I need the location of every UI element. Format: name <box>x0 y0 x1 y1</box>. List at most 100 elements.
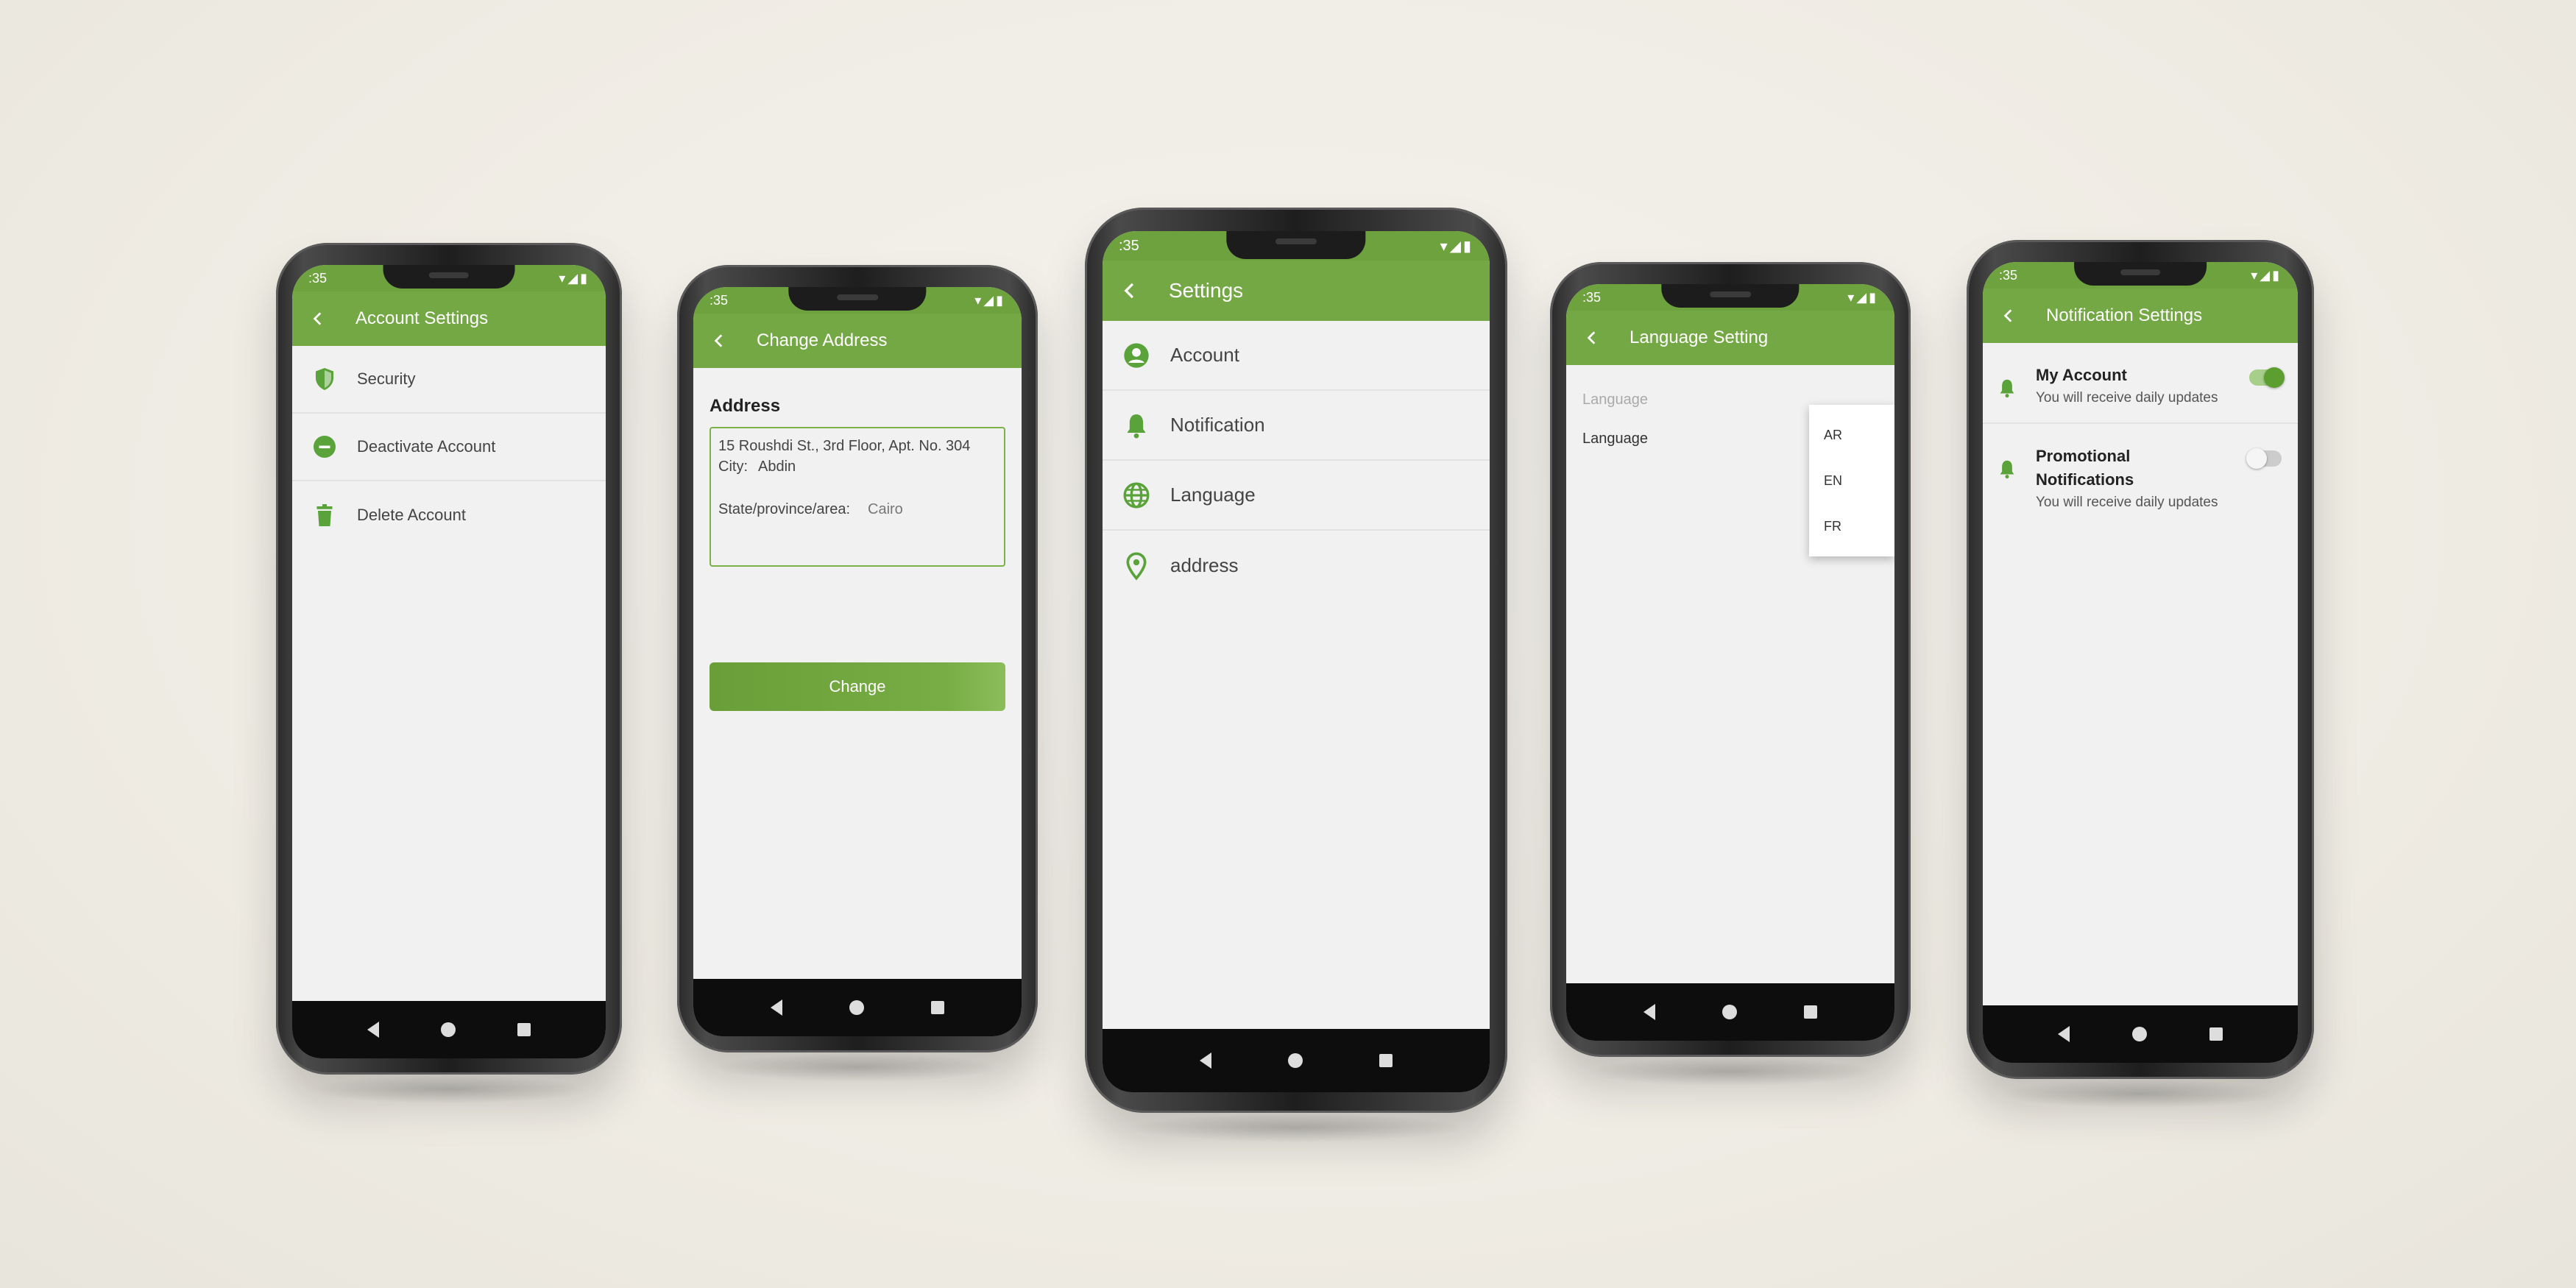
status-icons: ▾◢▮ <box>1847 289 1878 305</box>
address-field[interactable]: 15 Roushdi St., 3rd Floor, Apt. No. 304 … <box>710 427 1005 567</box>
language-option-en[interactable]: EN <box>1809 458 1894 503</box>
notification-description: You will receive daily updates <box>2036 495 2218 510</box>
globe-icon <box>1123 482 1150 508</box>
city-line: City: Abdin <box>718 456 997 477</box>
status-time: :35 <box>308 270 328 286</box>
page-title: Notification Settings <box>2046 305 2203 325</box>
nav-recents-icon[interactable] <box>517 1023 531 1036</box>
language-option-ar[interactable]: AR <box>1809 412 1894 458</box>
shield-icon <box>316 368 333 390</box>
screen: :35 ▾◢▮ Settings Account Notification Lan… <box>1103 231 1490 1092</box>
list-item-security[interactable]: Security <box>292 346 606 414</box>
list-item-account[interactable]: Account <box>1103 321 1490 391</box>
app-bar: Language Setting <box>1566 311 1894 365</box>
nav-recents-icon[interactable] <box>1803 1005 1817 1019</box>
status-time: :35 <box>1999 267 2018 283</box>
system-nav-bar <box>693 979 1022 1036</box>
notification-title: Promotional Notifications <box>2036 447 2134 489</box>
language-dropdown-menu: AR EN FR <box>1809 405 1894 556</box>
nav-recents-icon[interactable] <box>930 1001 944 1014</box>
system-nav-bar <box>1103 1029 1490 1092</box>
phone-settings: :35 ▾◢▮ Settings Account Notification Lan… <box>1085 208 1507 1113</box>
nav-home-icon[interactable] <box>441 1022 456 1037</box>
nav-back-icon[interactable] <box>2058 1026 2070 1042</box>
nav-back-icon[interactable] <box>1200 1052 1211 1069</box>
list-item-language[interactable]: Language <box>1103 461 1490 531</box>
nav-recents-icon[interactable] <box>2209 1027 2223 1041</box>
nav-back-icon[interactable] <box>367 1022 379 1038</box>
screen: :35 ▾◢▮ Language Setting Language Languag… <box>1566 284 1894 1041</box>
phone-notification-settings: :35 ▾◢▮ Notification Settings My Account … <box>1967 240 2314 1079</box>
user-circle-icon <box>1124 342 1149 368</box>
screen: :35 ▾◢▮ Change Address Address 15 Roushdi… <box>693 287 1022 1036</box>
phone-change-address: :35 ▾◢▮ Change Address Address 15 Roushdi… <box>677 265 1038 1052</box>
city-label: City: <box>718 459 748 475</box>
nav-back-icon[interactable] <box>771 999 783 1016</box>
system-nav-bar <box>292 1001 606 1058</box>
my-account-toggle[interactable] <box>2249 367 2285 388</box>
app-bar: Settings <box>1103 261 1490 321</box>
bell-icon <box>2000 379 2014 398</box>
notification-description: You will receive daily updates <box>2036 390 2218 406</box>
status-icons: ▾◢▮ <box>1440 238 1473 255</box>
notification-title: My Account <box>2036 366 2127 384</box>
state-label: State/province/area: <box>718 501 850 517</box>
list-item-delete-account[interactable]: Delete Account <box>292 481 606 549</box>
city-value: Abdin <box>758 459 796 475</box>
back-arrow-icon[interactable] <box>711 333 727 349</box>
list-item-label: Deactivate Account <box>357 437 496 456</box>
notch <box>1661 284 1800 308</box>
page-title: Account Settings <box>355 308 489 328</box>
bell-icon <box>2000 460 2014 479</box>
toggle-knob <box>2264 367 2285 388</box>
location-pin-icon <box>1126 551 1147 580</box>
nav-home-icon[interactable] <box>849 1000 864 1015</box>
list-item-deactivate-account[interactable]: Deactivate Account <box>292 414 606 481</box>
page-title: Settings <box>1169 279 1244 302</box>
state-value: Cairo <box>868 501 903 517</box>
nav-back-icon[interactable] <box>1643 1004 1656 1020</box>
notification-item-my-account: My Account You will receive daily update… <box>1983 343 2298 424</box>
back-arrow-icon[interactable] <box>310 311 326 327</box>
nav-recents-icon[interactable] <box>1379 1054 1393 1067</box>
back-arrow-icon[interactable] <box>2000 308 2017 324</box>
address-section-label: Address <box>710 396 781 416</box>
status-time: :35 <box>1582 289 1602 305</box>
status-icons: ▾◢▮ <box>559 270 590 286</box>
app-bar: Change Address <box>693 314 1022 368</box>
screen: :35 ▾◢▮ Account Settings Security Deactiv… <box>292 265 606 1058</box>
status-time: :35 <box>710 292 729 308</box>
back-arrow-icon[interactable] <box>1584 330 1600 346</box>
app-bar: Notification Settings <box>1983 289 2298 343</box>
state-line: State/province/area: Cairo <box>718 499 997 520</box>
page-title: Language Setting <box>1630 328 1769 347</box>
phone-account-settings: :35 ▾◢▮ Account Settings Security Deactiv… <box>276 243 622 1075</box>
notch <box>383 265 515 289</box>
notch <box>1226 231 1366 259</box>
list-item-address[interactable]: address <box>1103 531 1490 601</box>
nav-home-icon[interactable] <box>1288 1053 1303 1068</box>
bell-icon <box>1127 414 1146 438</box>
nav-home-icon[interactable] <box>2131 1027 2147 1041</box>
change-button[interactable]: Change <box>710 662 1005 711</box>
list-item-label: Notification <box>1170 414 1265 436</box>
toggle-knob <box>2246 448 2267 469</box>
notch <box>2074 262 2207 286</box>
street-line: 15 Roushdi St., 3rd Floor, Apt. No. 304 <box>718 438 971 454</box>
list-item-label: address <box>1170 554 1239 576</box>
page-title: Change Address <box>757 330 888 350</box>
system-nav-bar <box>1983 1005 2298 1063</box>
trash-icon <box>316 504 333 526</box>
status-time: :35 <box>1119 237 1139 254</box>
notch <box>788 287 927 311</box>
back-arrow-icon[interactable] <box>1120 281 1139 300</box>
nav-home-icon[interactable] <box>1722 1005 1737 1019</box>
promotional-toggle[interactable] <box>2246 448 2282 469</box>
language-option-fr[interactable]: FR <box>1809 503 1894 549</box>
app-bar: Account Settings <box>292 291 606 346</box>
list-item-label: Delete Account <box>357 506 466 524</box>
minus-circle-icon <box>314 436 336 458</box>
list-item-notification[interactable]: Notification <box>1103 391 1490 461</box>
notification-item-promotional: Promotional Notifications You will recei… <box>1983 424 2298 527</box>
status-icons: ▾◢▮ <box>2251 267 2282 283</box>
